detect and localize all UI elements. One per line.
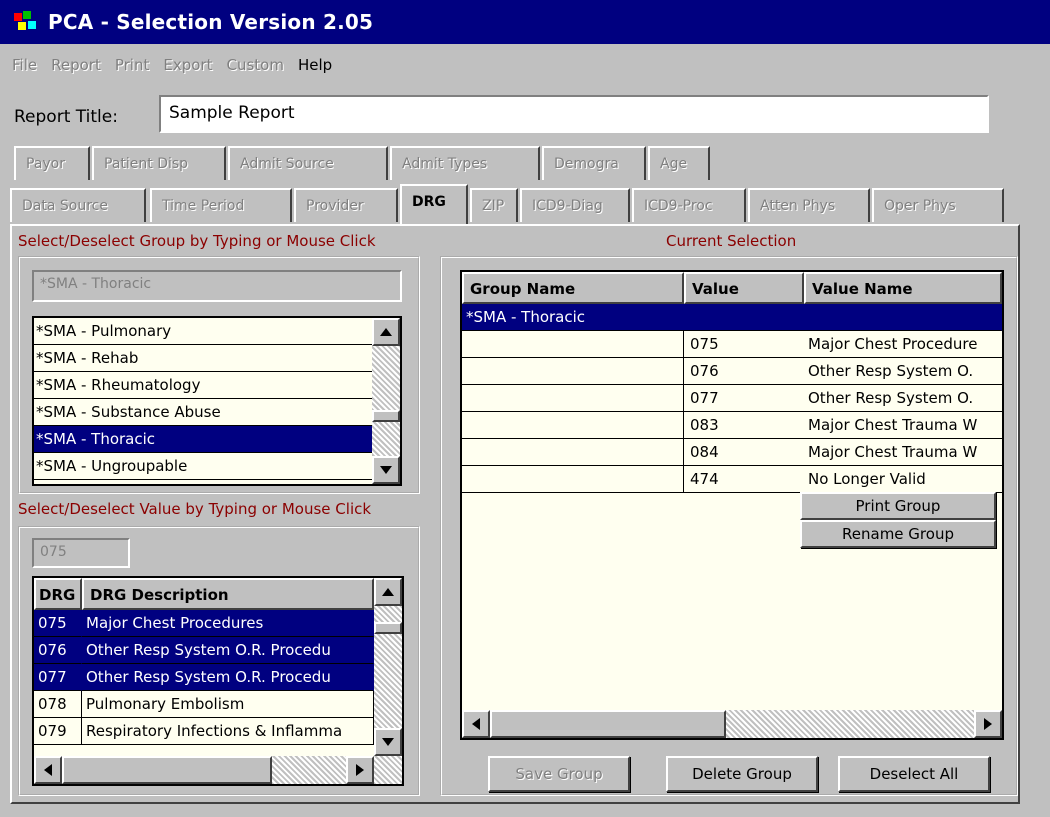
scroll-left-button[interactable] [462, 710, 490, 738]
scroll-up-button[interactable] [374, 578, 402, 606]
table-row[interactable]: 077 Other Resp System O.R. Procedu [34, 664, 374, 691]
list-item[interactable]: *SMA - Rheumatology [34, 372, 372, 399]
tab-patient-disp[interactable]: Patient Disp [92, 146, 226, 180]
column-header-value-name[interactable]: Value Name [804, 272, 1002, 304]
menu-help[interactable]: Help [298, 56, 332, 74]
scroll-up-button[interactable] [372, 318, 400, 346]
delete-group-button[interactable]: Delete Group [666, 756, 818, 792]
column-header-group-name[interactable]: Group Name [462, 272, 684, 304]
table-row[interactable]: 075 Major Chest Procedure [462, 331, 1002, 358]
menu-export[interactable]: Export [163, 56, 212, 74]
column-header-value[interactable]: Value [684, 272, 804, 304]
table-row[interactable]: 079 Respiratory Infections & Inflamma [34, 718, 374, 745]
tab-demogra[interactable]: Demogra [542, 146, 646, 180]
arrow-up-icon [382, 588, 394, 596]
group-section-label: Select/Deselect Group by Typing or Mouse… [18, 232, 376, 250]
menu-report[interactable]: Report [51, 56, 101, 74]
tab-row-2: Data Source Time Period Provider DRG ZIP… [10, 184, 1010, 224]
scroll-right-button[interactable] [974, 710, 1002, 738]
table-row[interactable]: 078 Pulmonary Embolism [34, 691, 374, 718]
window-title: PCA - Selection Version 2.05 [48, 10, 374, 34]
table-row[interactable]: 084 Major Chest Trauma W [462, 439, 1002, 466]
menu-bar: File Report Print Export Custom Help [0, 50, 1050, 80]
column-header-drg[interactable]: DRG [34, 578, 82, 610]
scroll-down-button[interactable] [372, 456, 400, 484]
tab-payor[interactable]: Payor [14, 146, 90, 180]
menu-file[interactable]: File [12, 56, 37, 74]
tab-data-source[interactable]: Data Source [10, 188, 146, 222]
column-header-drg-description[interactable]: DRG Description [82, 578, 374, 610]
value-list-hscrollbar[interactable] [34, 756, 402, 784]
tab-time-period[interactable]: Time Period [150, 188, 292, 222]
arrow-down-icon [382, 738, 394, 746]
scroll-thumb[interactable] [490, 710, 726, 738]
list-item[interactable]: *SMA - Substance Abuse [34, 399, 372, 426]
table-row-group[interactable]: *SMA - Thoracic [462, 304, 1002, 331]
title-bar: PCA - Selection Version 2.05 [0, 0, 1050, 44]
value-list-vscrollbar[interactable] [374, 578, 402, 756]
list-item-selected[interactable]: *SMA - Thoracic [34, 426, 372, 453]
app-icon [14, 11, 40, 33]
group-search-input[interactable]: *SMA - Thoracic [32, 270, 402, 302]
table-row[interactable]: 474 No Longer Valid [462, 466, 1002, 493]
scroll-right-button[interactable] [346, 756, 374, 784]
menu-custom[interactable]: Custom [226, 56, 283, 74]
current-selection-hscrollbar[interactable] [462, 710, 1002, 738]
print-group-menu-item[interactable]: Print Group [800, 492, 996, 520]
tab-icd9-diag[interactable]: ICD9-Diag [520, 188, 630, 222]
table-row[interactable]: 077 Other Resp System O. [462, 385, 1002, 412]
list-item[interactable]: *SMA - Ungroupable [34, 453, 372, 480]
list-item[interactable]: *SMA - Pulmonary [34, 318, 372, 345]
scroll-down-button[interactable] [374, 728, 402, 756]
table-row[interactable]: 076 Other Resp System O. [462, 358, 1002, 385]
table-row[interactable]: 083 Major Chest Trauma W [462, 412, 1002, 439]
tab-oper-phys[interactable]: Oper Phys [872, 188, 1004, 222]
report-title-input[interactable]: Sample Report [159, 95, 989, 133]
tab-admit-types[interactable]: Admit Types [390, 146, 540, 180]
deselect-all-button[interactable]: Deselect All [838, 756, 990, 792]
scroll-thumb[interactable] [374, 622, 402, 634]
arrow-left-icon [44, 764, 52, 776]
group-list-scrollbar[interactable] [372, 318, 400, 484]
table-row[interactable]: 076 Other Resp System O.R. Procedu [34, 637, 374, 664]
tab-admit-source[interactable]: Admit Source [228, 146, 388, 180]
scroll-thumb[interactable] [62, 756, 272, 784]
rename-group-menu-item[interactable]: Rename Group [800, 520, 996, 548]
report-title-label: Report Title: [14, 107, 118, 127]
table-row[interactable]: 075 Major Chest Procedures [34, 610, 374, 637]
value-list[interactable]: DRG DRG Description 075 Major Chest Proc… [32, 576, 404, 786]
arrow-right-icon [984, 718, 992, 730]
scroll-thumb[interactable] [372, 410, 400, 422]
list-item[interactable]: *SMA - Rehab [34, 345, 372, 372]
tab-drg[interactable]: DRG [400, 184, 468, 224]
scroll-left-button[interactable] [34, 756, 62, 784]
arrow-left-icon [472, 718, 480, 730]
group-list[interactable]: *SMA - Pulmonary *SMA - Rehab *SMA - Rhe… [32, 316, 402, 486]
tab-row-1: Payor Patient Disp Admit Source Admit Ty… [14, 146, 734, 182]
tab-icd9-proc[interactable]: ICD9-Proc [632, 188, 746, 222]
menu-print[interactable]: Print [115, 56, 150, 74]
tab-atten-phys[interactable]: Atten Phys [748, 188, 870, 222]
arrow-right-icon [356, 764, 364, 776]
arrow-up-icon [380, 328, 392, 336]
tab-age[interactable]: Age [648, 146, 710, 180]
value-section-label: Select/Deselect Value by Typing or Mouse… [18, 500, 372, 518]
current-selection-label: Current Selection [666, 232, 797, 250]
arrow-down-icon [380, 466, 392, 474]
value-search-input[interactable]: 075 [32, 538, 130, 568]
tab-zip[interactable]: ZIP [470, 188, 518, 222]
tab-provider[interactable]: Provider [294, 188, 398, 222]
save-group-button[interactable]: Save Group [488, 756, 630, 792]
